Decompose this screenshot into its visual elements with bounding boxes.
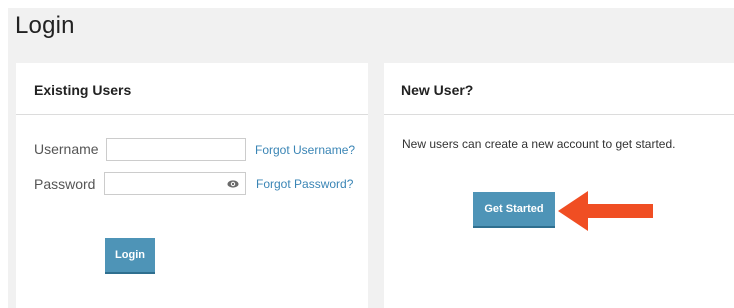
password-input[interactable] xyxy=(104,172,246,195)
username-label: Username xyxy=(34,141,99,157)
username-input[interactable] xyxy=(106,138,246,161)
existing-users-heading: Existing Users xyxy=(34,82,132,98)
get-started-button[interactable]: Get Started xyxy=(473,192,555,228)
page-title: Login xyxy=(15,12,75,39)
existing-users-panel: Existing Users Username Forgot Username?… xyxy=(16,63,368,308)
existing-users-header: Existing Users xyxy=(16,63,368,115)
arrow-left-icon xyxy=(558,191,653,231)
new-user-header: New User? xyxy=(384,63,734,115)
new-user-panel: New User? New users can create a new acc… xyxy=(384,63,734,308)
password-label: Password xyxy=(34,176,96,192)
new-user-description: New users can create a new account to ge… xyxy=(402,137,676,151)
login-button[interactable]: Login xyxy=(105,238,155,274)
forgot-password-link[interactable]: Forgot Password? xyxy=(256,177,353,191)
new-user-heading: New User? xyxy=(401,82,474,98)
eye-icon[interactable] xyxy=(227,179,239,189)
forgot-username-link[interactable]: Forgot Username? xyxy=(255,143,355,157)
